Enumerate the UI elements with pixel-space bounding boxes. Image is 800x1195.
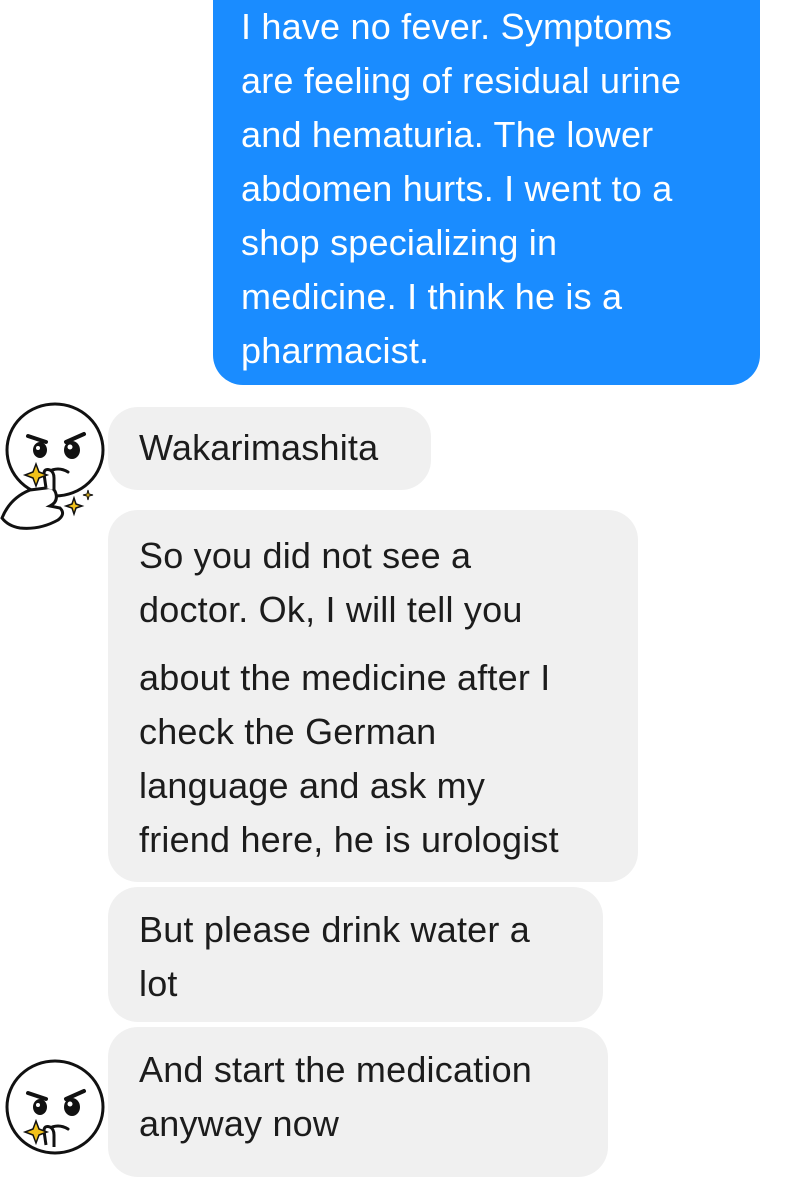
- incoming-message-bubble[interactable]: But please drink water a lot: [108, 887, 603, 1022]
- outgoing-message-bubble[interactable]: I have no fever. Symptoms are feeling of…: [213, 0, 760, 385]
- message-line: I have no fever. Symptoms: [241, 6, 673, 47]
- thinking-thumb-sticker-avatar-icon: [5, 1059, 105, 1155]
- message-line: check the German: [139, 711, 437, 752]
- message-line: doctor. Ok, I will tell you: [139, 589, 523, 630]
- incoming-message-bubble[interactable]: So you did not see a doctor. Ok, I will …: [108, 510, 638, 882]
- message-line: friend here, he is urologist: [139, 819, 559, 860]
- message-line: And start the medication: [139, 1049, 533, 1090]
- message-line: about the medicine after I: [139, 657, 551, 698]
- message-line: So you did not see a: [139, 535, 472, 576]
- contact-avatar[interactable]: [0, 1055, 115, 1190]
- contact-avatar[interactable]: [0, 398, 115, 533]
- message-line: pharmacist.: [241, 330, 430, 371]
- thinking-thumb-sticker-avatar-icon: [0, 402, 105, 530]
- message-line: Wakarimashita: [139, 427, 379, 468]
- message-line: shop specializing in: [241, 222, 558, 263]
- message-line: But please drink water a: [139, 909, 531, 950]
- incoming-message-bubble[interactable]: And start the medication anyway now: [108, 1027, 608, 1177]
- message-line: and hematuria. The lower: [241, 114, 654, 155]
- message-line: are feeling of residual urine: [241, 60, 682, 101]
- message-line: medicine. I think he is a: [241, 276, 623, 317]
- message-line: anyway now: [139, 1103, 340, 1144]
- message-line: abdomen hurts. I went to a: [241, 168, 673, 209]
- message-line: lot: [139, 963, 178, 1004]
- message-line: language and ask my: [139, 765, 486, 806]
- incoming-message-bubble[interactable]: Wakarimashita: [108, 407, 431, 490]
